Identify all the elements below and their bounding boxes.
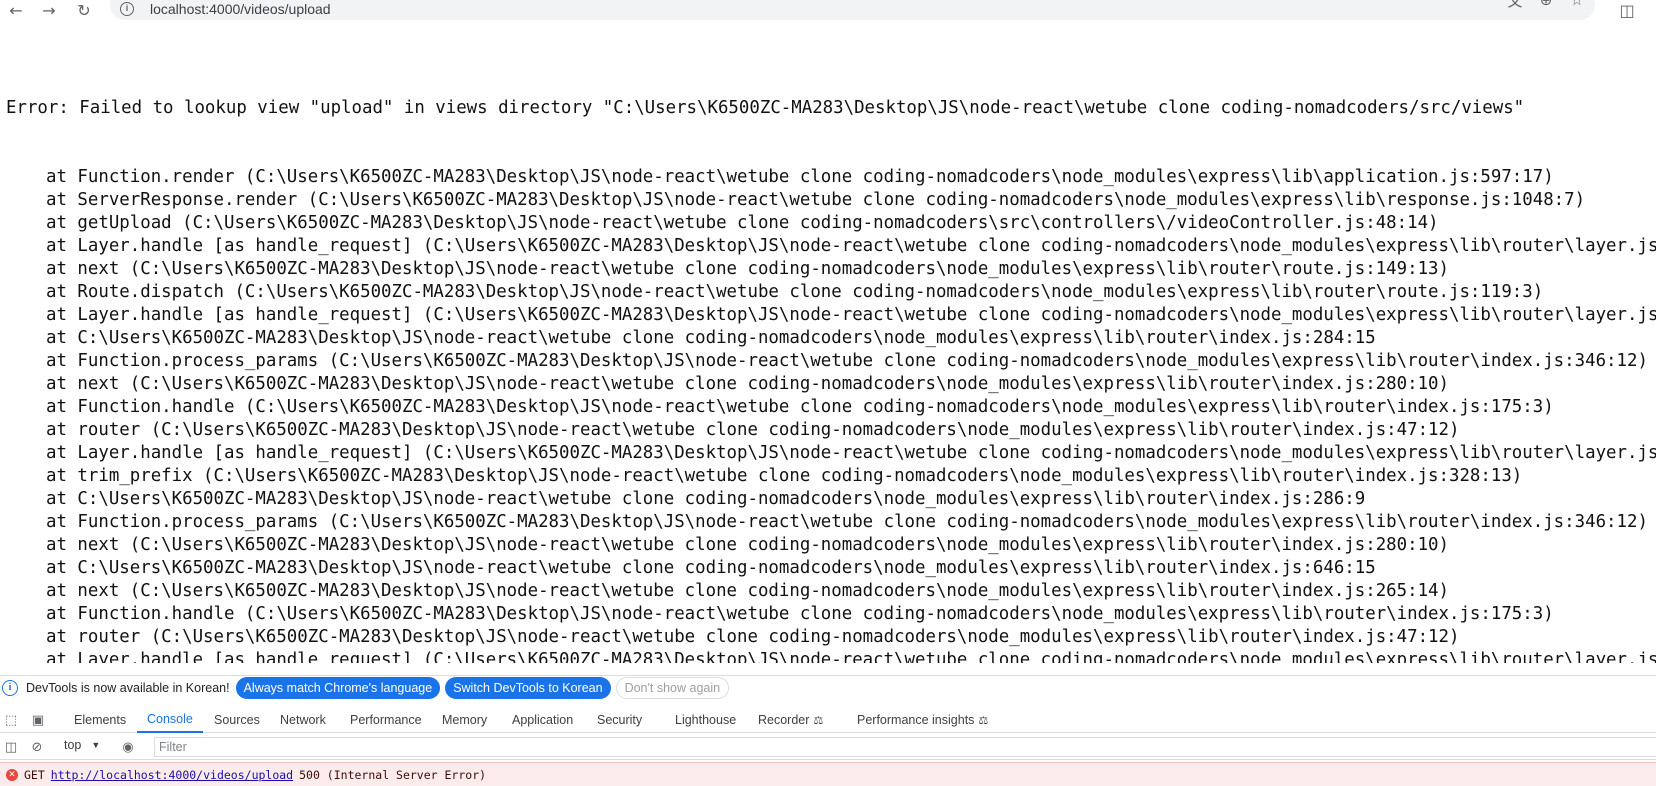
request-url-link[interactable]: http://localhost:4000/videos/upload <box>51 768 293 782</box>
stack-frame-line: at next (C:\Users\K6500ZC-MA283\Desktop\… <box>46 259 1449 279</box>
experimental-flask-icon: ⚖ <box>813 713 824 727</box>
stack-frame-line: at C:\Users\K6500ZC-MA283\Desktop\JS\nod… <box>46 489 1366 509</box>
stack-frame-line: at C:\Users\K6500ZC-MA283\Desktop\JS\nod… <box>46 328 1376 348</box>
stack-frame-line: at Layer.handle [as handle_request] (C:\… <box>46 443 1656 463</box>
device-toolbar-icon[interactable]: ▣ <box>29 711 47 729</box>
tab-recorder-label: Recorder <box>758 713 810 727</box>
stack-frame-line: at Layer.handle [as handle_request] (C:\… <box>46 236 1656 256</box>
inspect-element-icon[interactable]: ⬚ <box>2 711 20 729</box>
console-filter-input[interactable]: Filter <box>154 737 1656 757</box>
stack-frame-line: at trim_prefix (C:\Users\K6500ZC-MA283\D… <box>46 466 1523 486</box>
tab-elements[interactable]: Elements <box>74 707 126 733</box>
context-selector-label: top <box>64 738 82 752</box>
forward-arrow-icon[interactable]: → <box>39 0 59 20</box>
sidebar-toggle-icon[interactable]: ◫ <box>2 738 20 756</box>
stack-frame-line: at Function.handle (C:\Users\K6500ZC-MA2… <box>46 604 1554 624</box>
stack-frame-line: at router (C:\Users\K6500ZC-MA283\Deskto… <box>46 627 1460 647</box>
stack-frame-line: at next (C:\Users\K6500ZC-MA283\Desktop\… <box>46 374 1449 394</box>
stack-frame-line: at next (C:\Users\K6500ZC-MA283\Desktop\… <box>46 535 1449 555</box>
stack-frame-line: at Layer.handle [as handle_request] (C:\… <box>46 650 1656 663</box>
dont-show-again-button[interactable]: Don't show again <box>615 676 730 699</box>
translate-icon[interactable]: 文 <box>1505 0 1525 10</box>
clear-console-icon[interactable]: ⊘ <box>28 738 46 756</box>
request-method: GET <box>24 767 45 782</box>
tab-performance-insights-label: Performance insights <box>857 713 975 727</box>
tab-performance-insights[interactable]: Performance insights ⚖ <box>857 707 988 733</box>
stack-frame-line: at ServerResponse.render (C:\Users\K6500… <box>46 190 1586 210</box>
reload-icon[interactable]: ↻ <box>74 0 94 20</box>
stack-frame-line: at Route.dispatch (C:\Users\K6500ZC-MA28… <box>46 282 1544 302</box>
devtools-language-infobar: i DevTools is now available in Korean! A… <box>0 675 1656 699</box>
zoom-icon[interactable]: ⊕ <box>1536 0 1556 10</box>
console-toolbar: ◫ ⊘ top ▼ ◉ Filter <box>0 734 1656 760</box>
stack-frame-line: at getUpload (C:\Users\K6500ZC-MA283\Des… <box>46 213 1439 233</box>
page-content: Error: Failed to lookup view "upload" in… <box>0 40 1656 663</box>
stack-frame-line: at next (C:\Users\K6500ZC-MA283\Desktop\… <box>46 581 1449 601</box>
bookmark-star-icon[interactable]: ☆ <box>1567 0 1587 10</box>
tab-application[interactable]: Application <box>512 707 573 733</box>
always-match-language-button[interactable]: Always match Chrome's language <box>235 676 441 699</box>
site-info-icon[interactable]: i <box>120 2 134 16</box>
stack-frame-line: at Function.process_params (C:\Users\K65… <box>46 351 1648 371</box>
devtools-tab-bar: ⬚ ▣ Elements Console Sources Network Per… <box>0 707 1656 733</box>
eye-icon[interactable]: ◉ <box>119 738 137 756</box>
back-arrow-icon[interactable]: ← <box>6 0 26 20</box>
stack-frame-line: at router (C:\Users\K6500ZC-MA283\Deskto… <box>46 420 1460 440</box>
chevron-down-icon: ▼ <box>91 740 101 750</box>
stack-frame-line: at Function.handle (C:\Users\K6500ZC-MA2… <box>46 397 1554 417</box>
stack-frame-line: at C:\Users\K6500ZC-MA283\Desktop\JS\nod… <box>46 558 1376 578</box>
request-status: 500 (Internal Server Error) <box>299 767 487 782</box>
tab-network[interactable]: Network <box>280 707 326 733</box>
context-selector[interactable]: top ▼ <box>64 738 100 752</box>
tab-memory[interactable]: Memory <box>442 707 487 733</box>
tab-sources[interactable]: Sources <box>214 707 260 733</box>
address-bar[interactable]: i localhost:4000/videos/upload 文 ⊕ ☆ <box>110 0 1595 20</box>
extensions-icon[interactable]: ◫ <box>1617 0 1637 20</box>
error-stack: Error: Failed to lookup view "upload" in… <box>0 40 1656 663</box>
console-error-row: ✕ GET http://localhost:4000/videos/uploa… <box>0 762 1656 786</box>
infobar-message: DevTools is now available in Korean! <box>26 680 230 695</box>
stack-frame-line: at Function.process_params (C:\Users\K65… <box>46 512 1648 532</box>
error-message: Error: Failed to lookup view "upload" in… <box>6 98 1525 118</box>
url-text[interactable]: localhost:4000/videos/upload <box>150 1 331 17</box>
error-icon: ✕ <box>6 768 18 781</box>
tab-performance[interactable]: Performance <box>350 707 422 733</box>
tab-lighthouse[interactable]: Lighthouse <box>675 707 736 733</box>
tab-security[interactable]: Security <box>597 707 642 733</box>
experimental-flask-icon: ⚖ <box>978 713 989 727</box>
switch-devtools-korean-button[interactable]: Switch DevTools to Korean <box>445 676 611 699</box>
tab-console[interactable]: Console <box>137 707 203 733</box>
info-icon: i <box>2 679 18 696</box>
stack-frame-line: at Function.render (C:\Users\K6500ZC-MA2… <box>46 167 1554 187</box>
stack-frame-line: at Layer.handle [as handle_request] (C:\… <box>46 305 1656 325</box>
tab-recorder[interactable]: Recorder ⚖ <box>758 707 823 733</box>
browser-toolbar: ← → ↻ i localhost:4000/videos/upload 文 ⊕… <box>0 0 1656 20</box>
